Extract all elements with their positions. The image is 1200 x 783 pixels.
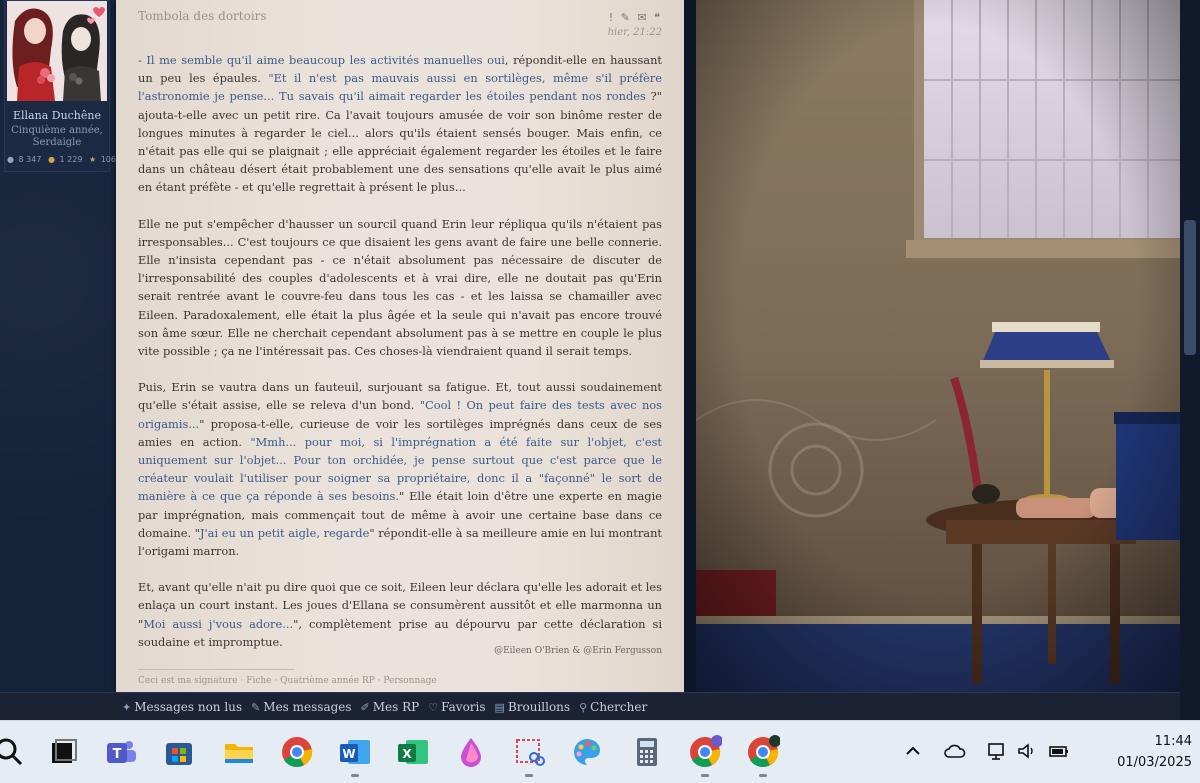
network-icon[interactable] bbox=[986, 741, 1008, 761]
teams-icon[interactable]: T bbox=[104, 735, 138, 769]
clock-time[interactable]: 11:44 bbox=[1122, 734, 1192, 749]
quote-icon[interactable]: ❝ bbox=[654, 11, 662, 24]
task-view-icon[interactable] bbox=[46, 735, 80, 769]
paint-icon[interactable] bbox=[454, 735, 488, 769]
points-stat: ● 1 229 bbox=[47, 155, 83, 164]
feather-icon: ✐ bbox=[360, 700, 370, 714]
chrome-profile-2-icon[interactable] bbox=[746, 735, 780, 769]
onedrive-icon[interactable] bbox=[944, 741, 966, 761]
profile-stats: ● 8 347 ● 1 229 ★ 1067 bbox=[5, 155, 121, 164]
nav-label: Messages non lus bbox=[134, 700, 243, 714]
nav-search[interactable]: ⚲ Chercher bbox=[579, 700, 647, 714]
nav-label: Chercher bbox=[590, 700, 648, 714]
speech-bubble-icon: ● bbox=[7, 155, 14, 164]
sparkle-icon: ✦ bbox=[122, 700, 132, 714]
post-title[interactable]: Tombola des dortoirs bbox=[138, 9, 267, 23]
search-icon: ⚲ bbox=[579, 700, 588, 714]
post-tags[interactable]: @Eileen O'Brien & @Erin Fergusson bbox=[494, 646, 662, 656]
clock-date[interactable]: 01/03/2025 bbox=[1080, 755, 1192, 770]
battery-icon[interactable] bbox=[1048, 741, 1070, 761]
left-sidebar: Ellana Duchêne Cinquième année, Serdaigl… bbox=[0, 0, 121, 692]
narration-text: Elle ne put s'empêcher d'hausser un sour… bbox=[138, 216, 662, 359]
profile-house-name: Serdaigle bbox=[32, 137, 82, 148]
forum-post: Tombola des dortoirs ! ✎ ✉ ❝ hier, 21:22… bbox=[116, 0, 684, 692]
narration-text: ?" ajouta-t-elle avec un petit rire. Ca … bbox=[138, 89, 662, 195]
excel-icon[interactable]: X bbox=[396, 735, 430, 769]
svg-text:W: W bbox=[342, 747, 355, 761]
pencil-icon: ✎ bbox=[251, 700, 261, 714]
profile-house: Cinquième année, Serdaigle bbox=[5, 125, 109, 149]
running-indicator bbox=[351, 774, 359, 777]
running-indicator bbox=[759, 774, 767, 777]
page-scrollbar[interactable] bbox=[1180, 0, 1200, 720]
nav-my-rp[interactable]: ✐ Mes RP bbox=[361, 700, 420, 714]
heart-icon: ♡ bbox=[428, 700, 439, 714]
dialogue-text: - Il me semble qu'il aime beaucoup les a… bbox=[138, 53, 505, 67]
volume-icon[interactable] bbox=[1016, 741, 1038, 761]
svg-text:T: T bbox=[113, 747, 122, 762]
paint-palette-icon[interactable] bbox=[570, 735, 604, 769]
signature: Ceci est ma signature · Fiche · Quatrièm… bbox=[138, 676, 437, 686]
nav-my-messages[interactable]: ✎ Mes messages bbox=[251, 700, 351, 714]
nav-label: Favoris bbox=[441, 700, 486, 714]
post-paragraph: Et, avant qu'elle n'ait pu dire quoi que… bbox=[138, 578, 662, 651]
dialogue-text: J'ai eu un petit aigle, regarde bbox=[199, 525, 370, 540]
post-tools: ! ✎ ✉ ❝ bbox=[609, 11, 662, 24]
messages-stat: ● 8 347 bbox=[7, 155, 42, 164]
post-body: - Il me semble qu'il aime beaucoup les a… bbox=[138, 51, 662, 669]
avatar[interactable] bbox=[7, 1, 107, 101]
chevron-up-icon[interactable] bbox=[902, 741, 924, 761]
file-explorer-icon[interactable] bbox=[222, 735, 256, 769]
calculator-icon[interactable] bbox=[630, 735, 664, 769]
chrome-icon[interactable] bbox=[280, 735, 314, 769]
nav-favorites[interactable]: ♡ Favoris bbox=[428, 700, 485, 714]
post-date: hier, 21:22 bbox=[607, 27, 662, 38]
profile-name[interactable]: Ellana Duchêne bbox=[5, 109, 109, 122]
search-icon[interactable] bbox=[0, 735, 26, 769]
signature-separator bbox=[138, 669, 294, 670]
nav-drafts[interactable]: ▤ Brouillons bbox=[495, 700, 571, 714]
scrollbar-thumb[interactable] bbox=[1184, 220, 1196, 355]
profile-card: Ellana Duchêne Cinquième année, Serdaigl… bbox=[4, 0, 121, 172]
nav-unread-messages[interactable]: ✦ Messages non lus bbox=[122, 700, 242, 714]
post-paragraph: - Il me semble qu'il aime beaucoup les a… bbox=[138, 51, 662, 197]
svg-text:X: X bbox=[402, 747, 412, 761]
running-indicator bbox=[525, 774, 533, 777]
edit-icon[interactable]: ✎ bbox=[621, 11, 632, 24]
post-paragraph: Puis, Erin se vautra dans un fauteuil, s… bbox=[138, 378, 662, 560]
dialogue-text: Moi aussi j'vous adore... bbox=[143, 616, 294, 631]
mail-icon[interactable]: ✉ bbox=[637, 11, 648, 24]
nav-label: Brouillons bbox=[507, 700, 571, 714]
drafts-icon: ▤ bbox=[494, 700, 505, 714]
taskbar: T W X 11:44 01/03/2025 bbox=[0, 720, 1200, 783]
coin-icon: ● bbox=[47, 155, 55, 164]
word-icon[interactable]: W bbox=[338, 735, 372, 769]
divider-strip bbox=[684, 0, 696, 692]
background-illustration bbox=[696, 0, 1180, 692]
bottom-navbar: ✦ Messages non lus ✎ Mes messages ✐ Mes … bbox=[0, 692, 1180, 721]
post-paragraph: Elle ne put s'empêcher d'hausser un sour… bbox=[138, 215, 662, 361]
store-icon[interactable] bbox=[162, 735, 196, 769]
nav-items: ✦ Messages non lus ✎ Mes messages ✐ Mes … bbox=[122, 700, 647, 714]
nav-label: Mes messages bbox=[263, 700, 352, 714]
snipping-tool-icon[interactable] bbox=[512, 735, 546, 769]
chrome-profile-icon[interactable] bbox=[688, 735, 722, 769]
running-indicator bbox=[701, 774, 709, 777]
nav-label: Mes RP bbox=[372, 700, 420, 714]
star-icon: ★ bbox=[88, 155, 97, 164]
profile-year: Cinquième année, bbox=[11, 125, 103, 136]
report-icon[interactable]: ! bbox=[609, 11, 615, 24]
